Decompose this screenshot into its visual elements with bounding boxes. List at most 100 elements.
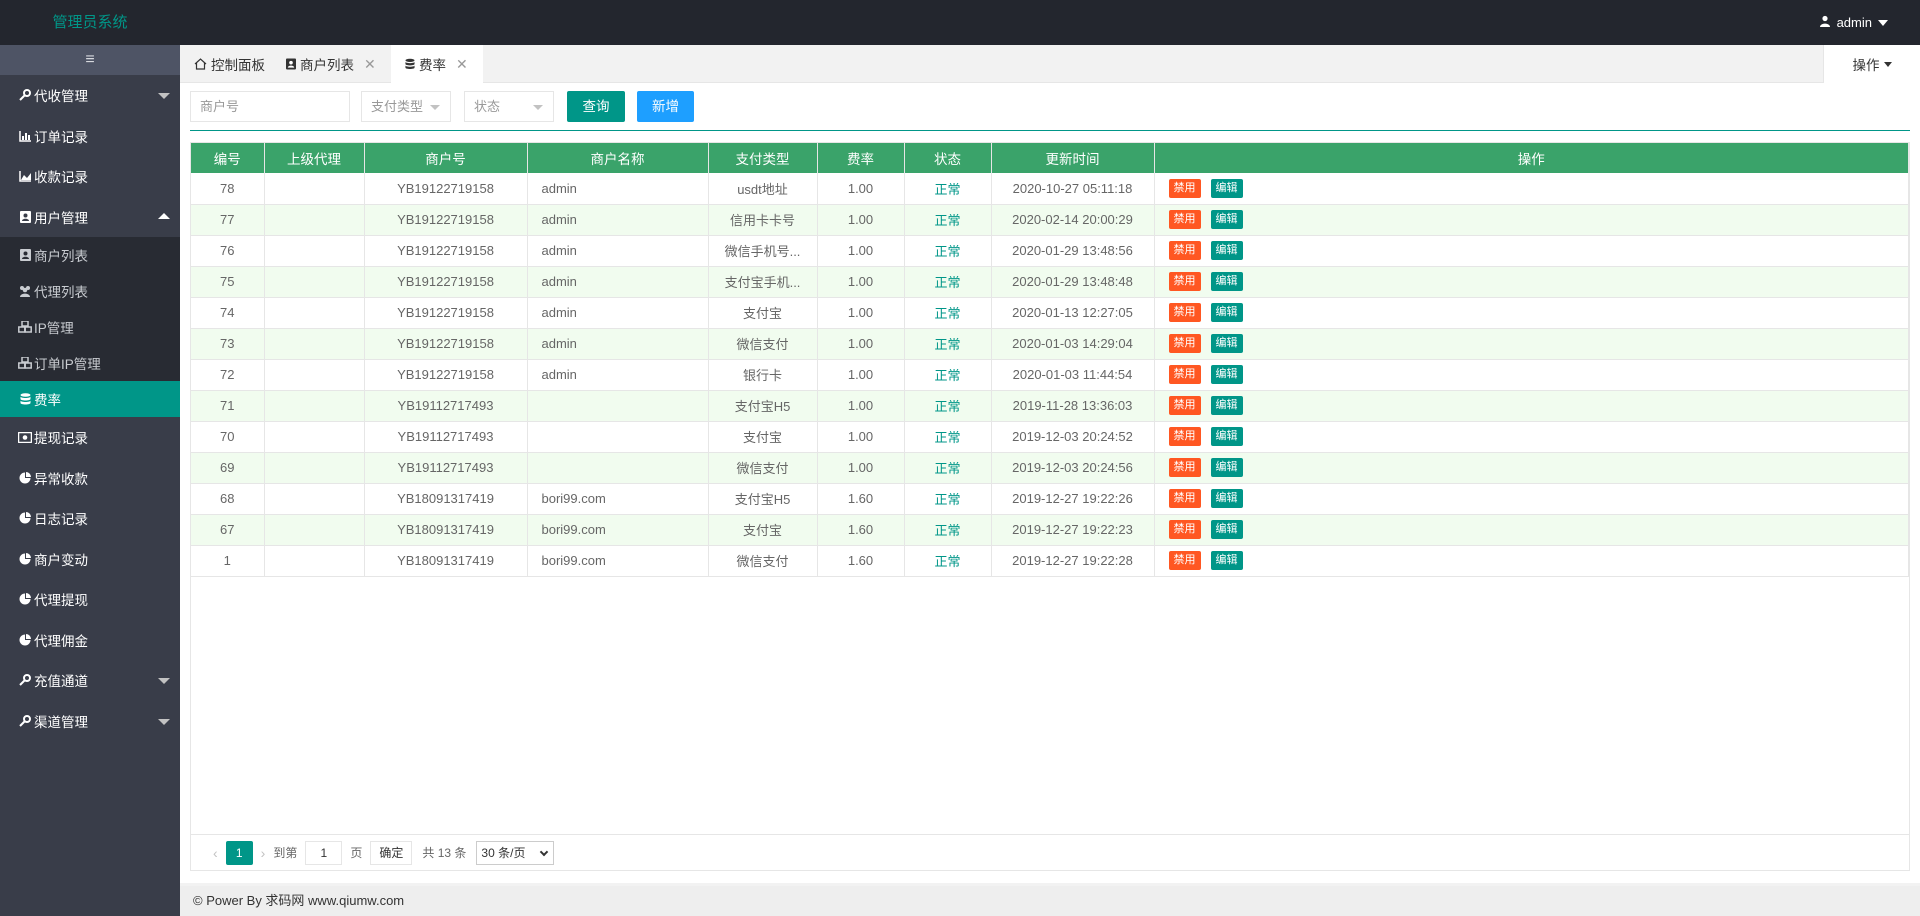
edit-button[interactable]: 编辑 <box>1210 272 1243 291</box>
cell-status: 正常 <box>904 204 992 236</box>
disable-button[interactable]: 禁用 <box>1168 520 1201 539</box>
add-button[interactable]: 新增 <box>637 91 694 122</box>
query-button[interactable]: 查询 <box>567 91 625 122</box>
disable-button[interactable]: 禁用 <box>1168 365 1201 384</box>
sidebar-item-label: 日志记录 <box>34 512 88 528</box>
column-header[interactable]: 操作 <box>1154 143 1909 173</box>
edit-button[interactable]: 编辑 <box>1210 458 1243 477</box>
close-icon[interactable]: ✕ <box>456 56 468 73</box>
cell-pay-type: 支付宝H5 <box>708 483 818 515</box>
edit-button[interactable]: 编辑 <box>1210 303 1243 322</box>
cell-id: 76 <box>191 235 265 267</box>
sidebar-item-agent-list[interactable]: 代理列表 <box>0 273 180 309</box>
table-row: 68 YB18091317419 bori99.com 支付宝H5 1.60 正常 2019… <box>191 483 1909 515</box>
edit-button[interactable]: 编辑 <box>1210 520 1243 539</box>
disable-button[interactable]: 禁用 <box>1168 303 1201 322</box>
tab-label: 控制面板 <box>211 58 265 73</box>
goto-confirm-button[interactable]: 确定 <box>370 840 413 865</box>
sidebar-item-rate[interactable]: 费率 <box>0 381 180 417</box>
disable-button[interactable]: 禁用 <box>1168 489 1201 508</box>
goto-page-input[interactable]: 1 <box>305 840 343 865</box>
disable-button[interactable]: 禁用 <box>1168 551 1201 570</box>
edit-button[interactable]: 编辑 <box>1210 489 1243 508</box>
disable-button[interactable]: 禁用 <box>1168 272 1201 291</box>
sidebar-item-ip-management[interactable]: IP管理 <box>0 309 180 345</box>
edit-button[interactable]: 编辑 <box>1210 210 1243 229</box>
disable-button[interactable]: 禁用 <box>1168 210 1201 229</box>
cell-ops: 禁用 编辑 <box>1154 359 1909 391</box>
edit-button[interactable]: 编辑 <box>1210 365 1243 384</box>
cell-merchant-name: admin <box>527 359 709 391</box>
sidebar-item-label: 代收管理 <box>34 89 88 105</box>
merchant-no-input[interactable]: 商户号 <box>190 91 350 122</box>
column-header[interactable]: 上级代理 <box>264 143 365 173</box>
cell-merchant-name <box>527 390 709 422</box>
cell-merchant-no: YB18091317419 <box>364 514 528 546</box>
cell-id: 71 <box>191 390 265 422</box>
per-page-value: 30 条/页 <box>481 845 526 860</box>
sidebar-item-abnormal-receipts[interactable]: 异常收款 <box>0 458 180 499</box>
sidebar-item-withdrawals[interactable]: 提现记录 <box>0 417 180 458</box>
edit-button[interactable]: 编辑 <box>1210 551 1243 570</box>
tab-merchant-list[interactable]: 商户列表 ✕ <box>286 45 376 83</box>
close-icon[interactable]: ✕ <box>364 56 376 73</box>
sidebar-item-collection[interactable]: 代收管理 <box>0 75 180 116</box>
column-header[interactable]: 商户号 <box>364 143 528 173</box>
disable-button[interactable]: 禁用 <box>1168 427 1201 446</box>
sidebar-item-logs[interactable]: 日志记录 <box>0 498 180 539</box>
rate-table-container: 编号 上级代理 商户号 商户名称 支付类型 费率 状态 更新时间 操作 78 YB… <box>190 142 1910 871</box>
current-page[interactable]: 1 <box>225 840 253 865</box>
tab-operations-menu[interactable]: 操作 <box>1823 45 1920 83</box>
cell-rate: 1.00 <box>817 390 905 422</box>
sidebar-item-merchant-list[interactable]: 商户列表 <box>0 237 180 273</box>
sidebar-item-order-ip-management[interactable]: 订单IP管理 <box>0 345 180 381</box>
sidebar-item-agent-commission[interactable]: 代理佣金 <box>0 620 180 661</box>
sidebar-item-user-management[interactable]: 用户管理 <box>0 197 180 238</box>
cell-id: 75 <box>191 266 265 298</box>
edit-button[interactable]: 编辑 <box>1210 241 1243 260</box>
edit-button[interactable]: 编辑 <box>1210 427 1243 446</box>
sidebar-item-receipts[interactable]: 收款记录 <box>0 156 180 197</box>
disable-button[interactable]: 禁用 <box>1168 396 1201 415</box>
pay-type-select[interactable]: 支付类型 <box>361 91 451 122</box>
prev-page-button[interactable]: ‹ <box>213 845 218 861</box>
cell-status: 正常 <box>904 452 992 484</box>
tab-rate[interactable]: 费率 ✕ <box>391 45 483 83</box>
next-page-button[interactable]: › <box>261 845 266 861</box>
column-header[interactable]: 支付类型 <box>708 143 818 173</box>
cell-status: 正常 <box>904 390 992 422</box>
chevron-up-icon <box>158 212 170 219</box>
disable-button[interactable]: 禁用 <box>1168 241 1201 260</box>
cell-id: 77 <box>191 204 265 236</box>
column-header[interactable]: 编号 <box>191 143 265 173</box>
edit-button[interactable]: 编辑 <box>1210 334 1243 353</box>
sidebar-item-channel-management[interactable]: 渠道管理 <box>0 701 180 742</box>
disable-button[interactable]: 禁用 <box>1168 178 1201 198</box>
user-menu[interactable]: admin <box>1819 0 1888 45</box>
sidebar-item-orders[interactable]: 订单记录 <box>0 116 180 157</box>
cell-merchant-no: YB19122719158 <box>364 266 528 298</box>
sidebar-item-label: 代理提现 <box>34 593 88 609</box>
cell-agent <box>264 514 365 546</box>
column-header[interactable]: 更新时间 <box>991 143 1155 173</box>
disable-button[interactable]: 禁用 <box>1168 334 1201 353</box>
column-header[interactable]: 费率 <box>817 143 905 173</box>
column-header[interactable]: 商户名称 <box>527 143 709 173</box>
sidebar-item-recharge-channels[interactable]: 充值通道 <box>0 660 180 701</box>
cell-pay-type: 微信支付 <box>708 452 818 484</box>
edit-button[interactable]: 编辑 <box>1210 396 1243 415</box>
disable-button[interactable]: 禁用 <box>1168 458 1201 477</box>
tab-dashboard[interactable]: 控制面板 <box>194 45 265 83</box>
cell-agent <box>264 545 365 577</box>
cell-merchant-name <box>527 421 709 453</box>
cell-agent <box>264 173 365 205</box>
cell-rate: 1.00 <box>817 297 905 329</box>
sidebar-item-merchant-changes[interactable]: 商户变动 <box>0 539 180 580</box>
sidebar-toggle[interactable]: ≡ <box>0 45 180 75</box>
status-select[interactable]: 状态 <box>464 91 554 122</box>
column-header[interactable]: 状态 <box>904 143 992 173</box>
per-page-select[interactable]: 30 条/页 <box>476 840 555 865</box>
sidebar-item-agent-withdrawals[interactable]: 代理提现 <box>0 579 180 620</box>
edit-button[interactable]: 编辑 <box>1210 178 1243 198</box>
cell-pay-type: 支付宝 <box>708 514 818 546</box>
